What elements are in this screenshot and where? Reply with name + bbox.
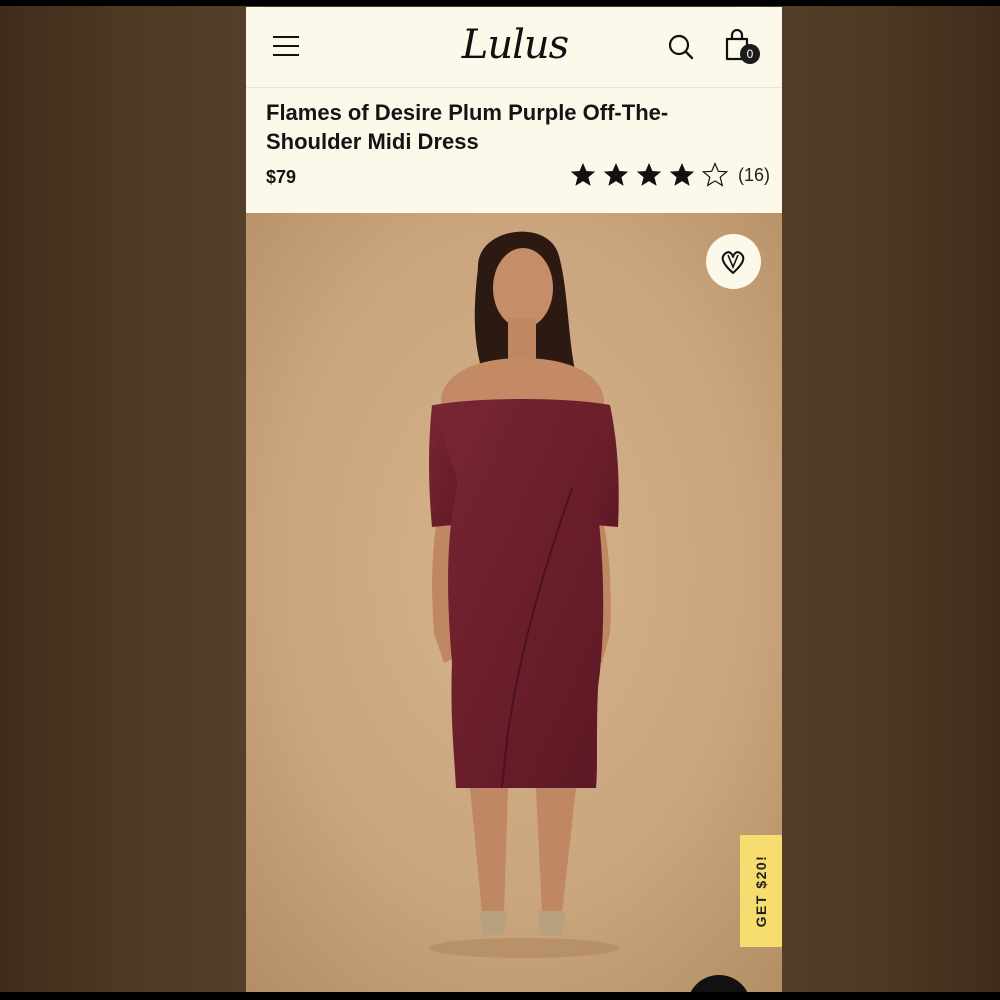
review-count[interactable]: (16) — [738, 165, 770, 186]
wishlist-button[interactable] — [706, 234, 761, 289]
product-photo[interactable] — [246, 213, 782, 993]
promo-tab[interactable]: GET $20! — [740, 835, 782, 947]
site-header: Lulus 0 — [246, 7, 782, 88]
rating-stars[interactable]: (16) — [570, 160, 770, 190]
product-title: Flames of Desire Plum Purple Off-The-Sho… — [266, 100, 669, 154]
video-frame-background: Lulus 0 Flames of Desire Plum Purple Off… — [0, 0, 1000, 1000]
letterbox-bottom — [0, 992, 1000, 1000]
model-image — [246, 213, 782, 993]
cart-count-badge: 0 — [740, 44, 760, 64]
star-filled-icon — [669, 162, 695, 186]
heart-icon — [721, 251, 745, 274]
search-icon[interactable] — [667, 33, 695, 61]
product-info: Flames of Desire Plum Purple Off-The-Sho… — [246, 88, 782, 213]
letterbox-top — [0, 0, 1000, 6]
star-filled-icon — [636, 162, 662, 186]
star-filled-icon — [603, 162, 629, 186]
phone-screen: Lulus 0 Flames of Desire Plum Purple Off… — [246, 7, 782, 993]
star-empty-icon — [702, 162, 728, 187]
product-price: $79 — [266, 167, 297, 187]
hamburger-menu-icon[interactable] — [273, 36, 299, 58]
promo-label: GET $20! — [753, 854, 769, 928]
brand-logo[interactable]: Lulus — [460, 19, 570, 71]
star-filled-icon — [570, 162, 596, 186]
